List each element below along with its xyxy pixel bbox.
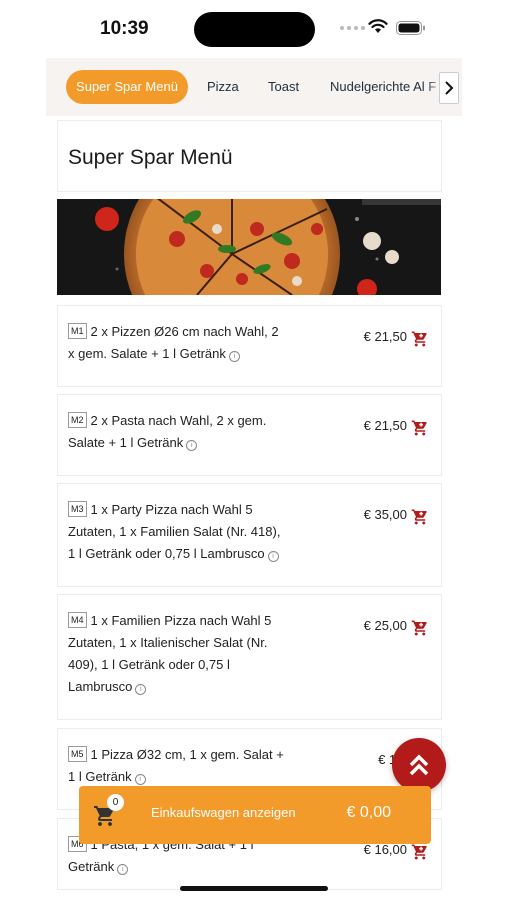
- tab-nudelgerichte[interactable]: Nudelgerichte Al F: [330, 70, 436, 104]
- item-description: M3 1 x Party Pizza nach Wahl 5 Zutaten, 1…: [68, 499, 300, 565]
- chevron-right-icon: [445, 81, 454, 95]
- item-text-line: Zutaten, 1 x Familien Salat (Nr. 418),: [68, 524, 281, 539]
- item-price: € 25,00: [363, 618, 407, 633]
- battery-icon: [396, 21, 425, 35]
- menu-item-m2[interactable]: M2 2 x Pasta nach Wahl, 2 x gem. Salate +…: [57, 394, 442, 476]
- section-header: Super Spar Menü: [57, 120, 442, 192]
- item-description: M5 1 Pizza Ø32 cm, 1 x gem. Salat + 1 l G…: [68, 744, 300, 788]
- item-text-line: Getränk: [68, 859, 115, 874]
- item-description: M2 2 x Pasta nach Wahl, 2 x gem. Salate +…: [68, 410, 300, 454]
- menu-item-m4[interactable]: M4 1 x Familien Pizza nach Wahl 5 Zutaten…: [57, 594, 442, 720]
- scroll-to-top-button[interactable]: [392, 738, 446, 792]
- info-icon[interactable]: i: [117, 864, 129, 875]
- shopping-cart-icon[interactable]: [411, 843, 429, 861]
- item-text-line: 2 x Pizzen Ø26 cm nach Wahl, 2: [90, 324, 279, 339]
- info-icon[interactable]: i: [135, 684, 147, 695]
- item-text-line: Lambrusco: [68, 679, 133, 694]
- item-text-line: 1 l Getränk oder 0,75 l Lambrusco: [68, 546, 265, 561]
- view-cart-button[interactable]: 0 Einkaufswagen anzeigen € 0,00: [79, 786, 431, 844]
- cart-total: € 0,00: [346, 804, 391, 821]
- double-chevron-up-icon: [409, 754, 429, 776]
- status-time: 10:39: [100, 18, 149, 39]
- item-text-line: 1 x Familien Pizza nach Wahl 5: [90, 613, 272, 628]
- category-tabs: Super Spar Menü Pizza Toast Nudelgericht…: [46, 58, 462, 116]
- item-price: € 16,00: [363, 842, 407, 857]
- item-text-line: x gem. Salate + 1 l Getränk: [68, 346, 226, 361]
- menu-item-m3[interactable]: M3 1 x Party Pizza nach Wahl 5 Zutaten, 1…: [57, 483, 442, 587]
- tab-super-spar-menu[interactable]: Super Spar Menü: [66, 70, 188, 104]
- shopping-cart-icon[interactable]: [411, 419, 429, 437]
- status-bar: 10:39: [0, 0, 507, 58]
- item-description: M1 2 x Pizzen Ø26 cm nach Wahl, 2 x gem. …: [68, 321, 300, 365]
- tab-label: Super Spar Menü: [76, 79, 178, 94]
- home-indicator[interactable]: [180, 886, 328, 891]
- item-text-line: Zutaten, 1 x Italienischer Salat (Nr.: [68, 635, 268, 650]
- tabs-next-button[interactable]: [439, 72, 459, 104]
- shopping-cart-icon[interactable]: [411, 619, 429, 637]
- item-text-line: 1 Pizza Ø32 cm, 1 x gem. Salat +: [90, 747, 284, 762]
- item-text-line: Salate + 1 l Getränk: [68, 435, 184, 450]
- item-description: M4 1 x Familien Pizza nach Wahl 5 Zutaten…: [68, 610, 300, 698]
- wifi-icon: [368, 19, 388, 33]
- cart-count-badge: 0: [107, 794, 124, 811]
- item-code: M3: [68, 501, 87, 517]
- item-code: M5: [68, 746, 87, 762]
- item-price: € 21,50: [363, 418, 407, 433]
- pizza-banner-image: [57, 199, 441, 295]
- info-icon[interactable]: i: [186, 440, 198, 451]
- info-icon[interactable]: i: [134, 774, 146, 785]
- tab-toast[interactable]: Toast: [268, 70, 299, 104]
- item-text-line: 2 x Pasta nach Wahl, 2 x gem.: [90, 413, 267, 428]
- shopping-cart-icon[interactable]: [411, 508, 429, 526]
- tab-label: Nudelgerichte Al F: [330, 79, 437, 94]
- item-price: € 35,00: [363, 507, 407, 522]
- tab-label: Pizza: [207, 79, 239, 94]
- dynamic-island: [194, 12, 315, 47]
- item-code: M1: [68, 323, 87, 339]
- item-code: M2: [68, 412, 87, 428]
- shopping-cart-icon[interactable]: [411, 330, 429, 348]
- item-text-line: 1 x Party Pizza nach Wahl 5: [90, 502, 253, 517]
- tab-label: Toast: [268, 79, 300, 94]
- app-screen: 10:39 Super Spar Menü Pizza Toast Nudelg…: [0, 0, 507, 900]
- item-text-line: 1 l Getränk: [68, 769, 132, 784]
- info-icon[interactable]: i: [267, 551, 279, 562]
- cart-label: Einkaufswagen anzeigen: [151, 805, 296, 820]
- tab-pizza[interactable]: Pizza: [207, 70, 239, 104]
- item-price: € 21,50: [363, 329, 407, 344]
- signal-icon: [340, 26, 365, 30]
- item-code: M4: [68, 612, 87, 628]
- section-title: Super Spar Menü: [68, 146, 233, 169]
- menu-item-m1[interactable]: M1 2 x Pizzen Ø26 cm nach Wahl, 2 x gem. …: [57, 305, 442, 387]
- info-icon[interactable]: i: [228, 351, 240, 362]
- item-text-line: 409), 1 l Getränk oder 0,75 l: [68, 657, 230, 672]
